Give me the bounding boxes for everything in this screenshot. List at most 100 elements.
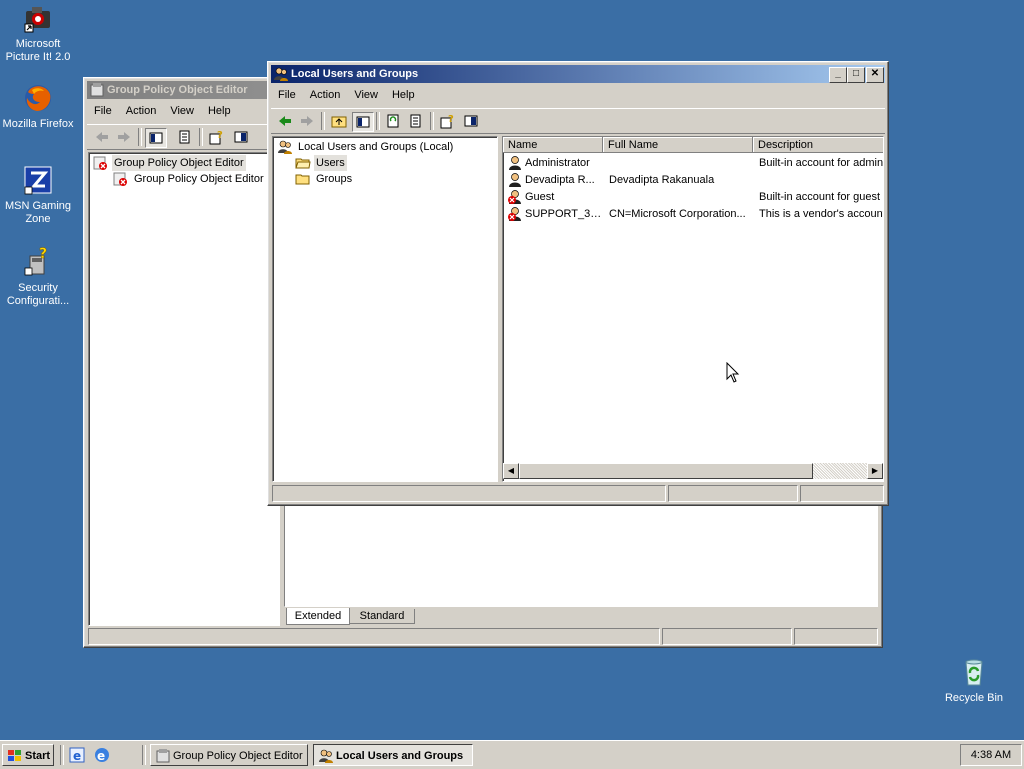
lug-window[interactable]: Local Users and Groups _ □ ✕ File Action V… [267,61,889,506]
browser-quicklaunch-icon[interactable]: e [94,747,110,763]
show-hide-tree-icon[interactable] [352,112,374,132]
desktop-icon-label: Security Configurati... [6,282,70,307]
lug-menu-view[interactable]: View [347,86,385,101]
refresh-icon[interactable] [383,112,403,130]
desktop-icon-msn-gaming[interactable]: MSN Gaming Zone [0,164,76,226]
up-folder-icon[interactable] [329,112,349,130]
firefox-icon [25,85,51,111]
maximize-icon: □ [852,68,860,79]
toolbar-separator [321,112,325,130]
toolbar-separator [376,112,380,130]
back-arrow-icon[interactable] [92,128,112,146]
desktop-icon-label: Recycle Bin [944,692,1004,704]
tab-extended[interactable]: Extended [286,608,350,625]
properties-icon[interactable] [461,112,481,130]
close-button[interactable]: ✕ [866,67,884,83]
desktop-icon-picture-it[interactable]: Microsoft Picture It! 2.0 [0,2,76,64]
gpo-menu-view[interactable]: View [163,102,201,117]
users-groups-icon [274,67,288,81]
svg-text:e: e [73,749,81,763]
close-icon: ✕ [870,68,880,79]
export-list-icon[interactable] [406,112,426,130]
table-row[interactable]: SUPPORT_38... CN=Microsoft Corporation..… [503,206,883,223]
table-row[interactable]: Guest Built-in account for guest a [503,189,883,206]
desktop-icon-firefox[interactable]: Mozilla Firefox [0,82,76,131]
status-cell [800,485,884,502]
ie-quicklaunch-icon[interactable]: e [69,747,85,763]
desktop-icon-security-config[interactable]: ? Security Configurati... [0,246,76,308]
column-header-description[interactable]: Description [753,137,883,153]
scroll-thumb[interactable] [519,463,813,479]
taskbar-button-gpo[interactable]: Group Policy Object Editor [150,744,308,766]
gpo-policy-icon [113,172,127,186]
lug-titlebar[interactable]: Local Users and Groups _ □ ✕ [271,65,885,83]
back-arrow-icon[interactable] [275,112,295,130]
gpo-window-icon [90,83,104,97]
desktop-icon-recycle-bin[interactable]: Recycle Bin [936,656,1012,705]
folder-open-icon [295,158,311,169]
gpo-menu-file[interactable]: File [87,102,119,117]
toolbar-separator [430,112,434,130]
lug-tree-pane[interactable]: Local Users and Groups (Local) Users Gro… [272,136,498,482]
arrow-right-icon: ▶ [871,466,879,475]
forward-arrow-icon[interactable] [297,112,317,130]
export-list-icon[interactable] [175,128,195,146]
maximize-button[interactable]: □ [847,67,865,83]
gpo-policy-icon [93,156,107,170]
lug-menu-action[interactable]: Action [303,86,348,101]
users-groups-icon [319,749,333,763]
system-tray-clock[interactable]: 4:38 AM [960,744,1022,766]
help-icon[interactable]: ? [437,112,457,130]
gpo-tab-strip: Extended Standard [284,608,878,626]
status-cell [88,628,660,645]
tab-standard[interactable]: Standard [350,609,415,624]
security-config-icon: ? [24,246,47,276]
gpo-title: Group Policy Object Editor [107,84,248,96]
status-cell [668,485,798,502]
help-icon[interactable]: ? [206,128,226,146]
lug-toolbar: ? [271,108,885,134]
arrow-left-icon: ◀ [507,466,515,475]
column-header-name[interactable]: Name [503,137,603,153]
toolbar-separator [199,128,203,146]
lug-title: Local Users and Groups [291,68,419,80]
mouse-cursor-icon [726,362,740,383]
taskbar-button-lug[interactable]: Local Users and Groups [313,744,473,766]
desktop-icon-label: Microsoft Picture It! 2.0 [5,38,71,63]
table-row[interactable]: Devadipta R... Devadipta Rakanuala [503,172,883,189]
gpo-detail-pane[interactable] [284,506,878,607]
svg-text:?: ? [448,114,454,125]
gpo-menu-help[interactable]: Help [201,102,238,117]
gpo-window-icon [156,749,170,763]
lug-list-pane[interactable]: Name Full Name Description Administrator… [502,136,884,482]
lug-menu-file[interactable]: File [271,86,303,101]
gpo-menu-action[interactable]: Action [119,102,164,117]
scroll-right-button[interactable]: ▶ [867,463,883,479]
windows-logo-icon [8,750,21,761]
minimize-icon: _ [835,68,841,79]
minimize-button[interactable]: _ [829,67,847,83]
scroll-left-button[interactable]: ◀ [503,463,519,479]
status-cell [272,485,666,502]
show-hide-tree-icon[interactable] [145,128,167,148]
disabled-user-icon [508,207,521,221]
column-header-full-name[interactable]: Full Name [603,137,753,153]
properties-icon[interactable] [231,128,251,146]
taskbar-separator [60,745,64,765]
forward-arrow-icon[interactable] [114,128,134,146]
taskbar-separator [142,745,146,765]
horizontal-scrollbar[interactable]: ◀ ▶ [503,463,883,479]
desktop-icon-label: MSN Gaming Zone [4,200,72,225]
taskbar: Start e e Group Policy Object Editor Loc… [0,740,1024,769]
gpo-tree-pane[interactable]: Group Policy Object Editor Group Policy … [88,152,280,626]
status-cell [794,628,878,645]
recycle-bin-icon [965,659,983,686]
desktop-icon-label: Mozilla Firefox [2,118,74,130]
svg-text:?: ? [39,246,47,262]
lug-menu-help[interactable]: Help [385,86,422,101]
lug-menubar: File Action View Help [271,86,885,105]
lug-statusbar [272,485,884,502]
table-row[interactable]: Administrator Built-in account for admin… [503,155,883,172]
start-button[interactable]: Start [2,744,54,766]
user-icon [509,173,521,187]
